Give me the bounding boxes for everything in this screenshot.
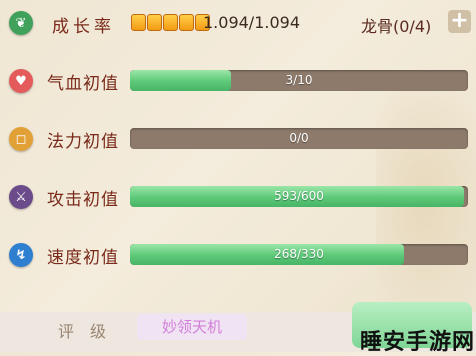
dragon-bone-count: 龙骨(0/4) <box>361 17 432 36</box>
sword-icon: ⚔ <box>9 185 33 209</box>
speed-icon: ↯ <box>9 243 33 267</box>
stat-progress-bar: 0/0 <box>130 128 468 149</box>
growth-pip <box>131 14 146 31</box>
stat-label: 攻击初值 <box>47 190 119 210</box>
heart-icon: ♥ <box>9 69 33 93</box>
growth-rate-value: 1.094/1.094 <box>203 13 300 32</box>
growth-pips <box>131 14 210 31</box>
stat-progress-bar: 3/10 <box>130 70 468 91</box>
leaf-icon: ❦ <box>9 11 33 35</box>
stat-progress-bar: 268/330 <box>130 244 468 265</box>
growth-pip <box>147 14 162 31</box>
stat-value: 0/0 <box>289 131 309 145</box>
growth-rate-label: 成长率 <box>52 17 115 37</box>
stat-value: 3/10 <box>285 73 313 87</box>
growth-pip <box>163 14 178 31</box>
stat-label: 气血初值 <box>47 74 119 94</box>
stat-value: 593/600 <box>274 189 324 203</box>
stat-progress-bar: 593/600 <box>130 186 468 207</box>
stat-label: 法力初值 <box>47 132 119 152</box>
tab-rating[interactable]: 评级 <box>58 318 122 342</box>
tab-miaoling-tianji[interactable]: 妙领天机 <box>137 314 247 340</box>
watermark: 睡安手游网 <box>360 330 476 355</box>
stat-label: 速度初值 <box>47 248 119 268</box>
growth-pip <box>179 14 194 31</box>
mana-square-icon: ◻ <box>9 127 33 151</box>
stat-value: 268/330 <box>274 247 324 261</box>
add-dragon-bone-button[interactable]: + <box>448 10 471 33</box>
